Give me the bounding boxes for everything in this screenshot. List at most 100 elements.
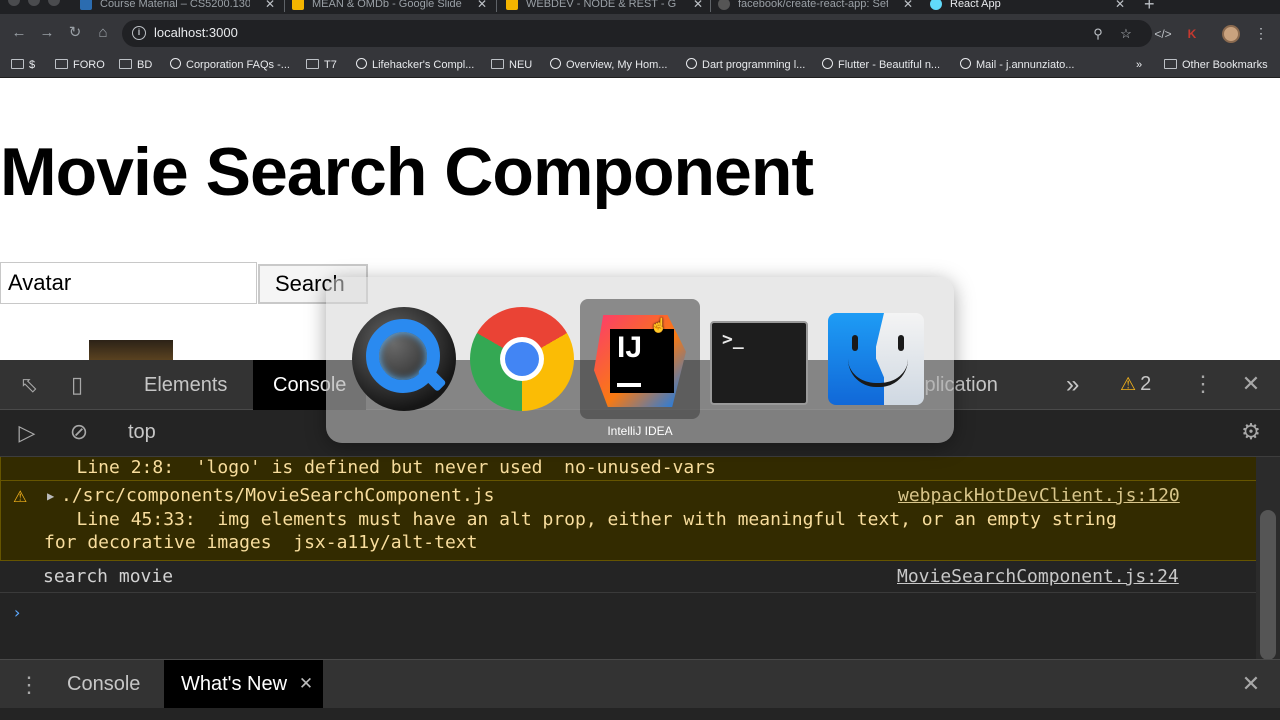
bookmark-star-icon[interactable]: ☆ — [1118, 26, 1134, 42]
source-link[interactable]: MovieSearchComponent.js:24 — [897, 566, 1179, 587]
bookmark-label: Mail - j.annunziato... — [976, 59, 1075, 71]
browser-toolbar: ← → ↻ ⌂ i localhost:3000 ⚲ ☆ </> K ⋮ — [0, 14, 1280, 52]
tab-react-app[interactable]: React App ✕ — [930, 0, 1126, 14]
tab-elements[interactable]: Elements — [144, 360, 227, 410]
tab-close-icon[interactable]: ✕ — [264, 0, 276, 14]
back-arrow-icon[interactable]: ← — [10, 24, 28, 42]
bookmarks-bar: $ FORO BD Corporation FAQs -... T7 Lifeh… — [0, 52, 1280, 78]
folder-icon — [119, 59, 132, 69]
close-window-button[interactable] — [8, 0, 20, 6]
drawer-tab-console[interactable]: Console — [67, 660, 140, 708]
home-icon[interactable]: ⌂ — [94, 24, 112, 42]
movie-search-input[interactable] — [0, 262, 257, 304]
globe-icon — [960, 58, 971, 69]
message-text: for decorative images jsx-a11y/alt-text — [44, 532, 478, 553]
slides-favicon-icon — [292, 0, 304, 10]
forward-arrow-icon[interactable]: → — [38, 24, 56, 42]
finder-eye — [898, 335, 904, 351]
terminal-prompt-glyph: >_ — [722, 329, 744, 350]
close-devtools-icon[interactable]: ✕ — [1240, 371, 1262, 397]
bookmark-link[interactable]: Lifehacker's Compl... — [356, 56, 474, 74]
warning-count: 2 — [1140, 373, 1152, 395]
console-messages: Line 2:8: 'logo' is defined but never us… — [0, 457, 1256, 659]
tab-close-icon[interactable]: ✕ — [902, 0, 914, 14]
devtools-menu-icon[interactable]: ⋮ — [1192, 371, 1214, 397]
tab-mean-omdb[interactable]: MEAN & OMDb - Google Slides ✕ — [292, 0, 488, 14]
drawer-tab-label: What's New — [181, 673, 288, 695]
tab-separator — [710, 0, 711, 12]
react-favicon-icon — [930, 0, 942, 10]
folder-icon — [306, 59, 319, 69]
quicktime-app-icon[interactable] — [352, 307, 456, 411]
bookmark-label: Dart programming l... — [702, 59, 806, 71]
bookmark-label: T7 — [324, 59, 337, 71]
console-log-message: search movie MovieSearchComponent.js:24 — [0, 561, 1256, 593]
zoom-window-button[interactable] — [48, 0, 60, 6]
new-tab-button[interactable]: + — [1144, 0, 1155, 14]
terminal-app-icon[interactable]: >_ — [706, 307, 810, 411]
bookmarks-overflow-button[interactable]: » — [1136, 56, 1142, 74]
inspect-element-icon[interactable]: ⬁ — [16, 372, 42, 398]
profile-avatar[interactable] — [1222, 25, 1240, 43]
intellij-underline — [617, 383, 641, 387]
tab-title: WEBDEV - NODE & REST - Goog — [526, 0, 676, 10]
bookmark-folder[interactable]: BD — [119, 56, 152, 74]
tab-close-icon[interactable]: ✕ — [476, 0, 488, 14]
bookmark-folder[interactable]: NEU — [491, 56, 532, 74]
tab-separator — [284, 0, 285, 12]
folder-icon — [1164, 59, 1177, 69]
bookmark-folder[interactable]: $ — [11, 56, 35, 74]
reload-icon[interactable]: ↻ — [66, 24, 84, 42]
source-link[interactable]: webpackHotDevClient.js:120 — [898, 485, 1180, 506]
address-bar[interactable]: i localhost:3000 ⚲ ☆ — [122, 20, 1152, 47]
show-sidebar-icon[interactable]: ▷ — [14, 420, 40, 446]
tab-title: MEAN & OMDb - Google Slides — [312, 0, 462, 10]
folder-icon — [491, 59, 504, 69]
context-selector[interactable]: top — [128, 421, 156, 444]
intellij-app-icon[interactable]: IJ — [588, 307, 692, 411]
k-extension-icon[interactable]: K — [1183, 25, 1201, 43]
expand-triangle-icon[interactable]: ▶ — [47, 489, 54, 503]
drawer-tab-whats-new[interactable]: What's New ✕ — [164, 660, 324, 708]
bookmark-label: NEU — [509, 59, 533, 71]
tab-create-react-app[interactable]: facebook/create-react-app: Set ✕ — [718, 0, 914, 14]
bookmark-folder[interactable]: T7 — [306, 56, 337, 74]
chrome-app-icon[interactable] — [470, 307, 574, 411]
devtools-extension-icon[interactable]: </> — [1154, 25, 1172, 43]
zoom-icon[interactable]: ⚲ — [1090, 26, 1106, 42]
bookmark-label: Other Bookmarks — [1182, 59, 1268, 71]
tab-course-material[interactable]: Course Material – CS5200.1306 ✕ — [80, 0, 276, 14]
warnings-badge[interactable]: ⚠ 2 — [1120, 373, 1151, 396]
more-tabs-button[interactable]: » — [1066, 360, 1079, 410]
console-warning-message: Line 2:8: 'logo' is defined but never us… — [0, 457, 1256, 481]
bookmark-label: BD — [137, 59, 153, 71]
tab-webdev-node-rest[interactable]: WEBDEV - NODE & REST - Goog ✕ — [506, 0, 704, 14]
console-warning-message: ⚠ ▶ ./src/components/MovieSearchComponen… — [0, 481, 1256, 561]
bookmark-link[interactable]: Mail - j.annunziato... — [960, 56, 1074, 74]
favicon-icon — [80, 0, 92, 10]
bookmark-link[interactable]: Dart programming l... — [686, 56, 805, 74]
bookmark-label: Lifehacker's Compl... — [372, 59, 475, 71]
device-toolbar-icon[interactable]: ▯ — [64, 372, 90, 398]
bookmark-link[interactable]: Corporation FAQs -... — [170, 56, 290, 74]
close-drawer-icon[interactable]: ✕ — [1240, 671, 1262, 697]
site-info-icon[interactable]: i — [132, 26, 146, 40]
message-file: ./src/components/MovieSearchComponent.js — [61, 485, 495, 506]
close-tab-icon[interactable]: ✕ — [299, 660, 313, 708]
browser-menu-icon[interactable]: ⋮ — [1254, 24, 1268, 42]
console-prompt-icon[interactable]: › — [14, 603, 20, 622]
bookmark-link[interactable]: Flutter - Beautiful n... — [822, 56, 940, 74]
bookmark-label: FORO — [73, 59, 105, 71]
drawer-menu-icon[interactable]: ⋮ — [18, 672, 40, 698]
finder-app-icon[interactable] — [826, 307, 930, 411]
console-scroll-thumb[interactable] — [1260, 510, 1276, 660]
tab-close-icon[interactable]: ✕ — [692, 0, 704, 14]
bookmark-link[interactable]: Overview, My Hom... — [550, 56, 667, 74]
bookmark-folder[interactable]: FORO — [55, 56, 105, 74]
other-bookmarks[interactable]: Other Bookmarks — [1164, 56, 1268, 74]
bookmark-label: Overview, My Hom... — [566, 59, 668, 71]
minimize-window-button[interactable] — [28, 0, 40, 6]
clear-console-icon[interactable]: ⊘ — [66, 419, 92, 445]
console-settings-gear-icon[interactable]: ⚙ — [1238, 419, 1264, 445]
tab-close-icon[interactable]: ✕ — [1114, 0, 1126, 14]
